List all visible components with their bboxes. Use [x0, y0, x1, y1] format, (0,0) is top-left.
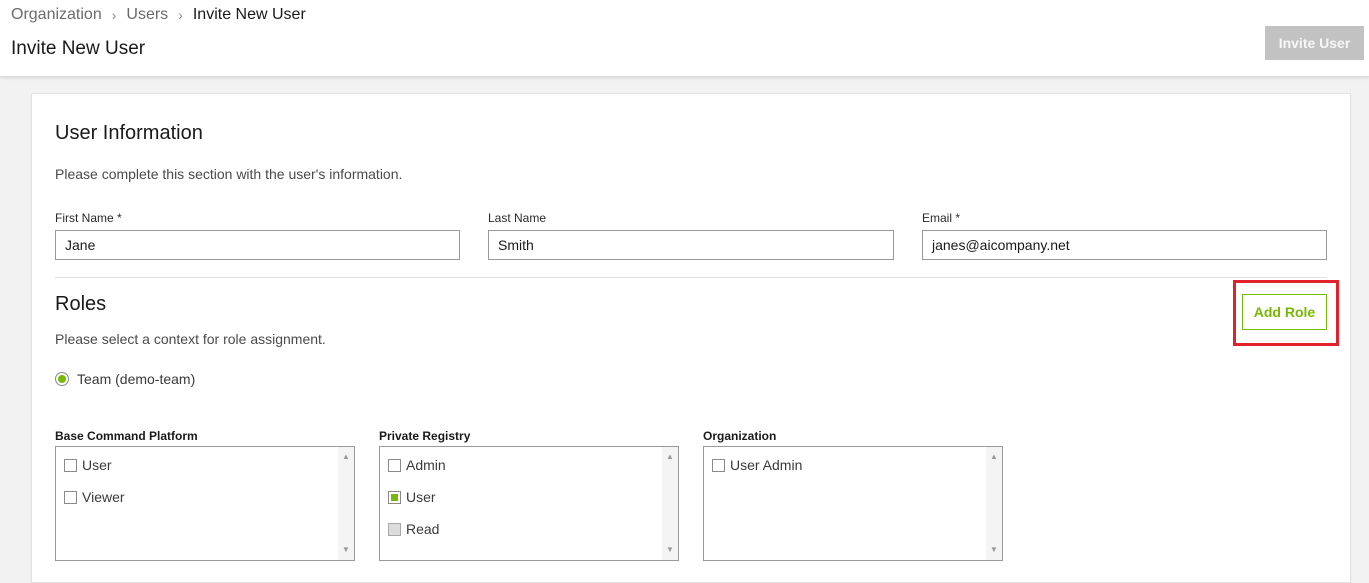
roles-heading: Roles	[55, 293, 107, 315]
top-bar: Organization › Users › Invite New User I…	[0, 0, 1369, 77]
scroll-down-icon[interactable]: ▼	[342, 546, 350, 554]
checkbox-icon[interactable]	[64, 490, 77, 504]
listbox-scrollbar[interactable]: ▲ ▼	[986, 447, 1002, 560]
email-label: Email *	[922, 211, 961, 225]
breadcrumb: Organization › Users › Invite New User	[11, 6, 306, 24]
breadcrumb-current: Invite New User	[192, 6, 306, 23]
last-name-label: Last Name	[488, 211, 547, 225]
breadcrumb-organization[interactable]: Organization	[11, 6, 102, 24]
email-value: janes@aicompany.net	[932, 237, 1070, 253]
checkbox-icon[interactable]	[712, 458, 725, 472]
section-divider	[55, 277, 1327, 278]
chevron-right-icon: ›	[178, 7, 183, 23]
role-option-label: User Admin	[730, 457, 803, 473]
role-option-pr-read: Read	[388, 521, 439, 537]
email-field[interactable]: janes@aicompany.net	[922, 230, 1327, 260]
role-option-bcp-viewer[interactable]: Viewer	[64, 489, 125, 505]
role-option-label: Viewer	[82, 489, 125, 505]
radio-selected-icon[interactable]	[55, 372, 69, 386]
private-registry-label: Private Registry	[379, 429, 471, 443]
invite-user-button[interactable]: Invite User	[1265, 26, 1364, 60]
base-command-platform-listbox[interactable]: User Viewer ▲ ▼	[55, 446, 355, 561]
last-name-field[interactable]: Smith	[488, 230, 894, 260]
chevron-right-icon: ›	[111, 7, 117, 23]
checkbox-icon[interactable]	[64, 458, 77, 472]
checkbox-checked-icon[interactable]	[388, 490, 401, 504]
checkbox-disabled-icon	[388, 522, 401, 536]
last-name-value: Smith	[498, 237, 534, 253]
base-command-platform-label: Base Command Platform	[55, 429, 198, 443]
user-information-description: Please complete this section with the us…	[55, 166, 403, 182]
role-option-org-user-admin[interactable]: User Admin	[712, 457, 802, 473]
add-role-button[interactable]: Add Role	[1242, 294, 1327, 330]
roles-description: Please select a context for role assignm…	[55, 331, 326, 347]
private-registry-listbox[interactable]: Admin User Read ▲ ▼	[379, 446, 679, 561]
scroll-up-icon[interactable]: ▲	[990, 453, 998, 461]
organization-listbox[interactable]: User Admin ▲ ▼	[703, 446, 1003, 561]
scroll-up-icon[interactable]: ▲	[342, 453, 350, 461]
organization-label: Organization	[703, 429, 777, 443]
breadcrumb-users[interactable]: Users	[126, 6, 168, 24]
first-name-value: Jane	[65, 237, 96, 253]
user-information-heading: User Information	[55, 122, 203, 144]
listbox-scrollbar[interactable]: ▲ ▼	[338, 447, 354, 560]
scroll-up-icon[interactable]: ▲	[666, 453, 674, 461]
role-option-bcp-user[interactable]: User	[64, 457, 112, 473]
role-option-label: User	[82, 457, 112, 473]
context-radio-team[interactable]: Team (demo-team)	[55, 371, 195, 387]
first-name-label: First Name *	[55, 211, 122, 225]
listbox-scrollbar[interactable]: ▲ ▼	[662, 447, 678, 560]
role-option-pr-user[interactable]: User	[388, 489, 436, 505]
role-option-label: Read	[406, 521, 440, 537]
scroll-down-icon[interactable]: ▼	[990, 546, 998, 554]
page-title: Invite New User	[11, 38, 146, 59]
role-option-label: Admin	[406, 457, 446, 473]
context-radio-label: Team (demo-team)	[77, 371, 196, 387]
first-name-field[interactable]: Jane	[55, 230, 460, 260]
scroll-down-icon[interactable]: ▼	[666, 546, 674, 554]
role-option-label: User	[406, 489, 436, 505]
role-option-pr-admin[interactable]: Admin	[388, 457, 446, 473]
checkbox-icon[interactable]	[388, 458, 401, 472]
